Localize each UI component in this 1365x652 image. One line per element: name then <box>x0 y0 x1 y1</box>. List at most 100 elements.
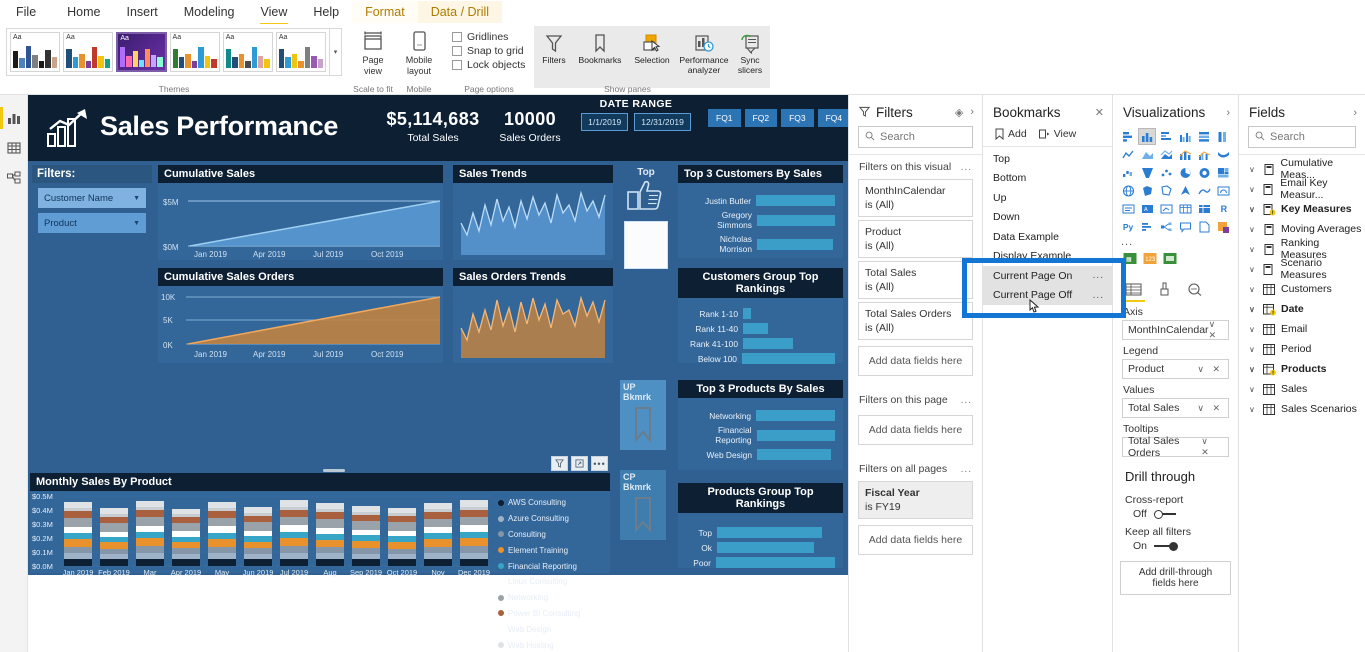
theme-tile-1[interactable]: Aa <box>10 32 60 72</box>
field-item-products[interactable]: ∨ Products <box>1239 359 1365 379</box>
collapse-pane-icon[interactable]: › <box>1226 107 1230 119</box>
filters-pane-button[interactable]: Filters <box>534 26 574 66</box>
viz-table-icon[interactable] <box>1176 200 1194 217</box>
field-item-key-measures[interactable]: ∨ Key Measures <box>1239 199 1365 219</box>
fields-search-input[interactable]: Search <box>1248 126 1356 148</box>
axis-field-well[interactable]: MonthInCalendar ∨ ✕ <box>1122 320 1229 340</box>
legend-item[interactable]: Financial Reporting <box>498 558 580 574</box>
viz-stacked-bar-chart-icon[interactable] <box>1119 128 1137 145</box>
chevron-down-icon[interactable]: ∨ <box>1249 245 1257 254</box>
legend-item[interactable]: Web Hosting <box>498 637 580 652</box>
chevron-down-icon[interactable]: ∨ <box>1249 325 1257 334</box>
field-item-moving-averages[interactable]: ∨ Moving Averages <box>1239 219 1365 239</box>
field-well-controls[interactable]: ∨ ✕ <box>1197 403 1223 414</box>
tab-fields[interactable] <box>1125 279 1143 299</box>
field-item-cumulative-measures[interactable]: ∨ Cumulative Meas... <box>1239 159 1365 179</box>
visual-customers-rankings[interactable]: Customers Group Top Rankings Rank 1-10 R… <box>678 268 843 363</box>
viz-decomposition-tree-icon[interactable] <box>1157 218 1175 235</box>
viz-r-script-icon[interactable]: R <box>1215 200 1233 217</box>
date-range-slicer[interactable]: DATE RANGE 1/1/2019 12/31/2019 <box>576 98 696 131</box>
viz-line-and-clustered-column-chart-icon[interactable] <box>1196 146 1214 163</box>
menu-help[interactable]: Help <box>300 1 352 23</box>
field-well-controls[interactable]: ∨ ✕ <box>1201 436 1223 458</box>
snap-to-grid-checkbox[interactable]: Snap to grid <box>444 44 534 58</box>
viz-kpi-icon[interactable] <box>1157 200 1175 217</box>
field-item-email[interactable]: ∨ Email <box>1239 319 1365 339</box>
filter-card[interactable]: Total Sales is (All) <box>858 261 973 299</box>
visual-sales-trends[interactable]: Sales Trends <box>453 165 613 260</box>
legend-item[interactable]: Consulting <box>498 527 580 543</box>
quarter-fq1[interactable]: FQ1 <box>708 109 741 127</box>
performance-analyzer-button[interactable]: Performance analyzer <box>678 26 730 75</box>
up-bookmark-button[interactable]: UP Bkmrk <box>620 380 666 450</box>
keep-all-filters-toggle[interactable]: On <box>1113 540 1238 552</box>
selection-pane-button[interactable]: Selection <box>626 26 678 66</box>
themes-gallery[interactable]: Aa Aa Aa <box>6 28 330 76</box>
viz-donut-chart-icon[interactable] <box>1196 164 1214 181</box>
filter-card[interactable]: MonthInCalendar is (All) <box>858 179 973 217</box>
chevron-down-icon[interactable]: ∨ <box>1249 165 1257 174</box>
field-item-ranking-measures[interactable]: ∨ Ranking Measures <box>1239 239 1365 259</box>
viz-scatter-chart-icon[interactable] <box>1157 164 1175 181</box>
theme-tile-3-selected[interactable]: Aa <box>116 32 166 72</box>
ai-visual-icon[interactable] <box>1163 252 1177 270</box>
viz-get-more-visuals-icon[interactable] <box>1215 218 1233 235</box>
viz-shape-map-icon[interactable] <box>1157 182 1175 199</box>
nav-data-view[interactable] <box>0 133 28 163</box>
viz-area-chart-icon[interactable] <box>1138 146 1156 163</box>
visual-cumulative-sales-orders[interactable]: Cumulative Sales Orders 10K 5K 0K Jan 20… <box>158 268 443 363</box>
viz-qna-icon[interactable] <box>1176 218 1194 235</box>
chevron-down-icon[interactable]: ∨ <box>1249 405 1257 414</box>
field-item-sales[interactable]: ∨ Sales <box>1239 379 1365 399</box>
quarter-fq2[interactable]: FQ2 <box>745 109 778 127</box>
bookmark-item-up[interactable]: Up <box>983 188 1112 208</box>
viz-matrix-icon[interactable] <box>1196 200 1214 217</box>
chevron-down-icon[interactable]: ∨ <box>1249 285 1257 294</box>
legend-item[interactable]: Azure Consulting <box>498 511 580 527</box>
viz-funnel-chart-icon[interactable] <box>1138 164 1156 181</box>
viz-map-icon[interactable] <box>1119 182 1137 199</box>
chevron-down-icon[interactable]: ∨ <box>1249 225 1257 234</box>
chevron-down-icon[interactable]: ∨ <box>1249 205 1257 214</box>
legend-item[interactable]: AWS Consulting <box>498 495 580 511</box>
filter-card[interactable]: Fiscal Year is FY19 <box>858 481 973 519</box>
field-item-email-key-measures[interactable]: ∨ Email Key Measur... <box>1239 179 1365 199</box>
nav-model-view[interactable] <box>0 163 28 193</box>
date-end-input[interactable]: 12/31/2019 <box>634 113 691 131</box>
viz-paginated-report-icon[interactable] <box>1196 218 1214 235</box>
chevron-down-icon[interactable]: ∨ <box>1249 265 1256 274</box>
field-item-date[interactable]: ∨ Date <box>1239 299 1365 319</box>
cp-bookmark-button[interactable]: CP Bkmrk <box>620 470 666 540</box>
field-item-customers[interactable]: ∨ Customers <box>1239 279 1365 299</box>
report-canvas[interactable]: Sales Performance $5,114,683 Total Sales… <box>28 95 848 652</box>
more-options-icon[interactable]: ... <box>961 464 972 475</box>
top-bookmark-tile[interactable] <box>624 221 668 269</box>
viz-key-influencers-icon[interactable] <box>1138 218 1156 235</box>
gridlines-checkbox[interactable]: Gridlines <box>444 30 534 44</box>
filters-visual-dropzone[interactable]: Add data fields here <box>858 346 973 376</box>
viz-filled-map-icon[interactable] <box>1138 182 1156 199</box>
filter-card[interactable]: Product is (All) <box>858 220 973 258</box>
menu-file[interactable]: File <box>0 1 54 23</box>
chevron-down-icon[interactable]: ∨ <box>1249 365 1257 374</box>
menu-home[interactable]: Home <box>54 1 113 23</box>
visual-top3-customers[interactable]: Top 3 Customers By Sales Justin Butler G… <box>678 165 843 258</box>
focus-mode-icon[interactable] <box>571 456 588 471</box>
themes-scroll-down[interactable]: ▾ <box>330 28 342 76</box>
viz-clustered-bar-chart-icon[interactable] <box>1157 128 1175 145</box>
field-item-sales-scenarios[interactable]: ∨ Sales Scenarios <box>1239 399 1365 419</box>
date-start-input[interactable]: 1/1/2019 <box>581 113 628 131</box>
filters-search-input[interactable]: Search <box>858 126 973 148</box>
menu-insert[interactable]: Insert <box>114 1 171 23</box>
theme-tile-6[interactable]: Aa <box>276 32 326 72</box>
slicer-customer-name[interactable]: Customer Name ▼ <box>38 188 146 208</box>
drill-through-dropzone[interactable]: Add drill-through fields here <box>1120 561 1231 595</box>
bookmark-item-top[interactable]: Top <box>983 149 1112 169</box>
field-well-controls[interactable]: ∨ ✕ <box>1209 319 1223 341</box>
page-view-button[interactable]: Page view <box>351 28 395 76</box>
field-well-controls[interactable]: ∨ ✕ <box>1197 364 1223 375</box>
quarter-fq3[interactable]: FQ3 <box>781 109 814 127</box>
theme-tile-5[interactable]: Aa <box>223 32 273 72</box>
sync-slicers-button[interactable]: Sync slicers <box>730 26 770 75</box>
field-item-period[interactable]: ∨ Period <box>1239 339 1365 359</box>
